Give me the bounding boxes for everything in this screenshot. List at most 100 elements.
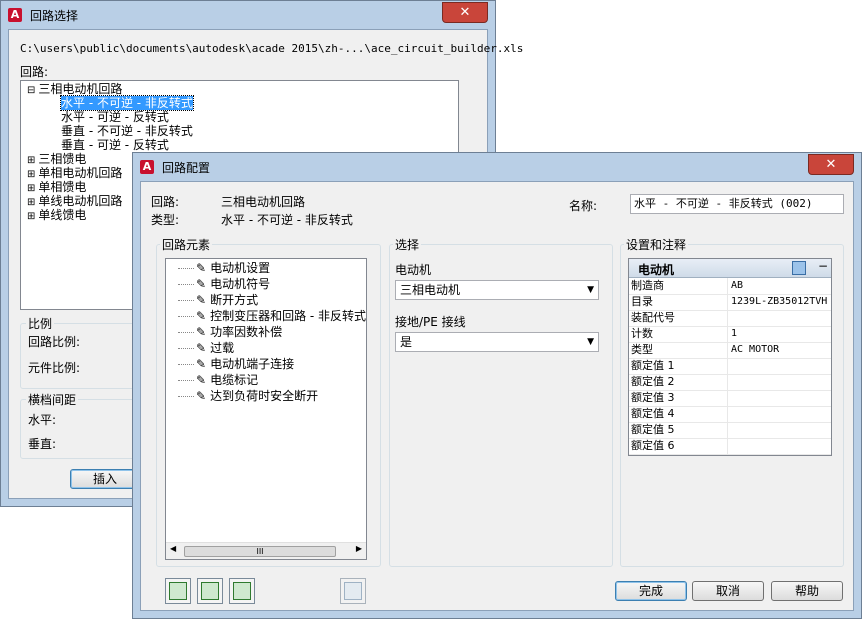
pencil-icon: ✎: [196, 373, 207, 387]
list-add-icon: [169, 582, 187, 600]
circuit-element-item[interactable]: ✎ 功率因数补偿: [178, 325, 282, 339]
circuit-element-label: 功率因数补偿: [210, 325, 283, 339]
property-row[interactable]: 额定值 3: [629, 390, 831, 407]
motor-label: 电动机: [395, 263, 432, 277]
scroll-left-arrow[interactable]: ◀: [170, 544, 176, 553]
pencil-icon: ✎: [196, 341, 207, 355]
tree-item-label: 垂直 - 可逆 - 反转式: [61, 138, 169, 152]
property-grid[interactable]: 电动机 − 制造商 AB 目录 1239L-ZB35012TVH 装配代号 计数 1 类型 AC…: [628, 258, 832, 456]
tree-item[interactable]: ⊟ 三相电动机回路: [27, 82, 122, 96]
vertical-label: 垂直:: [28, 437, 57, 451]
insert-button[interactable]: 插入: [70, 469, 140, 489]
collapse-icon[interactable]: −: [818, 259, 828, 273]
tree-item[interactable]: ⊞ 单相馈电: [27, 180, 86, 194]
tree-item-label: 单相馈电: [38, 180, 87, 194]
circuit-element-item[interactable]: ✎ 电缆标记: [178, 373, 258, 387]
scroll-thumb[interactable]: III: [184, 546, 336, 557]
pick-icon[interactable]: [792, 261, 806, 275]
horizontal-scrollbar[interactable]: ◀ III ▶: [166, 542, 366, 559]
pencil-icon: ✎: [196, 277, 207, 291]
property-key: 额定值 2: [631, 374, 728, 390]
tree-item[interactable]: ⊞ 单线电动机回路: [27, 194, 122, 208]
property-row[interactable]: 额定值 1: [629, 358, 831, 375]
name-input[interactable]: 水平 - 不可逆 - 非反转式 (002): [630, 194, 844, 214]
scroll-right-arrow[interactable]: ▶: [356, 544, 362, 553]
tree-item[interactable]: 垂直 - 不可逆 - 非反转式: [61, 124, 193, 138]
tree-item[interactable]: ⊞ 单线馈电: [27, 208, 86, 222]
property-value[interactable]: 1239L-ZB35012TVH: [731, 294, 827, 310]
property-value[interactable]: AC MOTOR: [731, 342, 779, 358]
insert-element-before-button[interactable]: [229, 578, 255, 604]
tree-item-label: 水平 - 可逆 - 反转式: [61, 110, 169, 124]
property-row[interactable]: 额定值 5: [629, 422, 831, 439]
expand-icon[interactable]: ⊞: [27, 211, 35, 222]
tree-item[interactable]: 水平 - 不可逆 - 非反转式: [60, 95, 194, 111]
pencil-icon: ✎: [196, 325, 207, 339]
property-value[interactable]: AB: [731, 278, 743, 294]
ground-select-value: 是: [400, 335, 413, 349]
tree-item-label: 三相电动机回路: [38, 82, 123, 96]
close-button[interactable]: ✕: [808, 154, 854, 175]
cancel-button[interactable]: 取消: [692, 581, 764, 601]
chevron-down-icon: ▼: [587, 285, 594, 295]
tree-item[interactable]: ⊞ 三相馈电: [27, 152, 86, 166]
circuit-element-label: 达到负荷时安全断开: [210, 389, 319, 403]
circuit-element-label: 断开方式: [210, 293, 259, 307]
expand-icon[interactable]: ⊞: [27, 155, 35, 166]
selection-label: 选择: [393, 236, 422, 253]
property-row[interactable]: 装配代号: [629, 310, 831, 327]
property-row[interactable]: 类型 AC MOTOR: [629, 342, 831, 359]
property-row[interactable]: 计数 1: [629, 326, 831, 343]
close-button[interactable]: ✕: [442, 2, 488, 23]
circuit-element-item[interactable]: ✎ 电动机端子连接: [178, 357, 294, 371]
expand-icon[interactable]: ⊞: [27, 169, 35, 180]
circuits-label: 回路:: [20, 65, 49, 79]
motor-select[interactable]: 三相电动机 ▼: [395, 280, 599, 300]
title-bar[interactable]: A 回路选择 ✕: [1, 1, 495, 29]
pencil-icon: ✎: [196, 293, 207, 307]
tree-connector: [178, 380, 194, 381]
circuit-element-item[interactable]: ✎ 控制变压器和回路 - 非反转式: [178, 309, 366, 323]
circuit-element-label: 电缆标记: [210, 373, 259, 387]
pencil-icon: ✎: [196, 261, 207, 275]
collapse-icon[interactable]: ⊟: [27, 85, 35, 96]
expand-icon[interactable]: ⊞: [27, 183, 35, 194]
circuit-element-item[interactable]: ✎ 过载: [178, 341, 234, 355]
tree-item[interactable]: ⊞ 单相电动机回路: [27, 166, 122, 180]
pencil-icon: ✎: [196, 357, 207, 371]
pencil-icon: ✎: [196, 309, 207, 323]
circuit-elements-list[interactable]: ✎ 电动机设置 ✎ 电动机符号 ✎ 断开方式 ✎ 控制变压器和回路 - 非反转式 ✎ 功率因数补偿…: [165, 258, 367, 560]
done-button[interactable]: 完成: [615, 581, 687, 601]
scale-group-label: 比例: [26, 315, 55, 332]
circuit-configuration-window: A 回路配置 ✕ 回路: 三相电动机回路 类型: 水平 - 不可逆 - 非反转式…: [132, 152, 862, 619]
circuit-elements-label: 回路元素: [160, 236, 213, 253]
property-row[interactable]: 目录 1239L-ZB35012TVH: [629, 294, 831, 311]
undo-button[interactable]: [340, 578, 366, 604]
insert-element-after-button[interactable]: [197, 578, 223, 604]
ground-select[interactable]: 是 ▼: [395, 332, 599, 352]
tree-item[interactable]: 垂直 - 可逆 - 反转式: [61, 138, 169, 152]
tree-item-label: 三相馈电: [38, 152, 87, 166]
circuit-element-label: 控制变压器和回路 - 非反转式: [210, 309, 367, 323]
property-value[interactable]: 1: [731, 326, 737, 342]
expand-icon[interactable]: ⊞: [27, 197, 35, 208]
property-key: 目录: [631, 294, 728, 310]
property-row[interactable]: 额定值 2: [629, 374, 831, 391]
circuit-element-item[interactable]: ✎ 达到负荷时安全断开: [178, 389, 318, 403]
component-scale-label: 元件比例:: [28, 361, 81, 375]
circuit-element-label: 电动机设置: [210, 261, 271, 275]
pencil-icon: ✎: [196, 389, 207, 403]
title-bar[interactable]: A 回路配置 ✕: [133, 153, 861, 181]
tree-item-label: 水平 - 不可逆 - 非反转式: [60, 95, 194, 111]
help-button[interactable]: 帮助: [771, 581, 843, 601]
circuit-element-item[interactable]: ✎ 电动机设置: [178, 261, 270, 275]
tree-item[interactable]: 水平 - 可逆 - 反转式: [61, 110, 169, 124]
property-key: 额定值 4: [631, 406, 728, 422]
property-row[interactable]: 额定值 6: [629, 438, 831, 455]
property-row[interactable]: 制造商 AB: [629, 278, 831, 295]
insert-element-button[interactable]: [165, 578, 191, 604]
property-row[interactable]: 额定值 4: [629, 406, 831, 423]
horizontal-label: 水平:: [28, 413, 57, 427]
circuit-element-item[interactable]: ✎ 断开方式: [178, 293, 258, 307]
circuit-element-item[interactable]: ✎ 电动机符号: [178, 277, 270, 291]
